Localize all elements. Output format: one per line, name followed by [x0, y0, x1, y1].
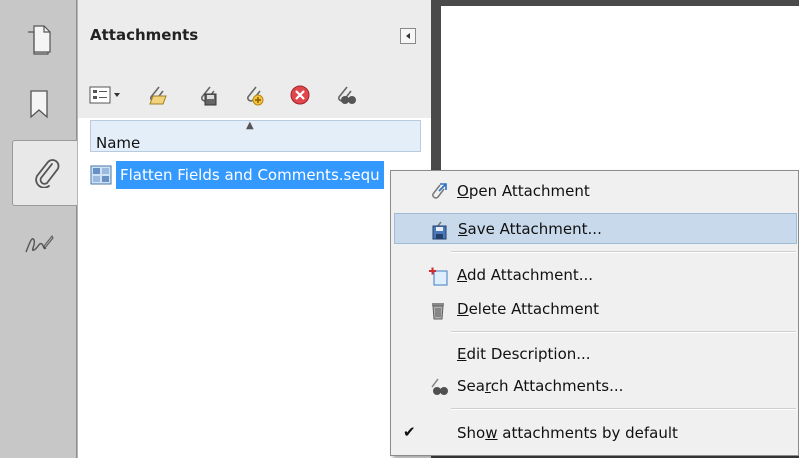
signatures-button[interactable] [0, 222, 77, 266]
open-attachment-button[interactable] [145, 84, 169, 106]
document-page [441, 6, 799, 176]
delete-attachment-icon [290, 85, 310, 105]
bookmarks-icon [29, 90, 48, 119]
bookmarks-button[interactable] [0, 82, 77, 126]
menu-item-save-attachment[interactable]: Save Attachment... [394, 213, 797, 244]
menu-separator [451, 331, 796, 333]
menu-item-label: Search Attachments... [457, 377, 624, 395]
panel-header: Attachments [78, 0, 431, 71]
save-attachment-icon [201, 86, 217, 106]
navigation-sidebar [0, 0, 78, 458]
attachments-toolbar [78, 70, 431, 118]
name-column-header[interactable]: ▲ Name [90, 120, 421, 152]
menu-item-label: Show attachments by default [457, 424, 678, 442]
pages-button[interactable] [0, 18, 77, 62]
menu-item-delete-attachment[interactable]: Delete Attachment [394, 294, 797, 325]
menu-item-label: Add Attachment... [457, 266, 594, 284]
search-attachments-button[interactable] [333, 84, 357, 106]
open-attachment-icon [149, 86, 167, 105]
add-attachment-button[interactable] [242, 84, 266, 106]
menu-separator [451, 251, 796, 253]
checkmark-icon: ✔ [403, 423, 416, 441]
add-attachment-icon [429, 267, 448, 286]
save-attachment-icon [432, 221, 447, 240]
menu-item-open-attachment[interactable]: Open Attachment [394, 176, 797, 207]
menu-item-label: Delete Attachment [457, 300, 599, 318]
options-menu-icon [89, 86, 120, 104]
options-menu-button[interactable] [88, 84, 124, 106]
attachment-context-menu: Open Attachment Save Attachment... Add A… [390, 170, 799, 456]
trash-icon [432, 303, 444, 320]
menu-item-add-attachment[interactable]: Add Attachment... [394, 260, 797, 291]
menu-item-edit-description[interactable]: Edit Description... [394, 339, 797, 370]
attachment-row[interactable]: Flatten Fields and Comments.sequ [90, 161, 410, 189]
save-attachment-button[interactable] [196, 84, 220, 106]
pages-icon [27, 25, 51, 55]
panel-title: Attachments [90, 26, 199, 44]
add-attachment-icon [247, 86, 264, 106]
delete-attachment-button[interactable] [288, 84, 312, 106]
name-column-label: Name [96, 134, 141, 152]
sequence-file-icon [90, 165, 112, 185]
menu-item-show-attachments-by-default[interactable]: ✔ Show attachments by default [394, 418, 797, 449]
signatures-icon [24, 235, 54, 253]
attachments-panel: Attachments ▲ Name Flatten Fields and Co… [77, 0, 431, 458]
menu-item-label: Save Attachment... [458, 220, 602, 238]
search-attachments-icon [431, 378, 448, 395]
attachment-file-name: Flatten Fields and Comments.sequ [116, 161, 384, 189]
triangle-left-icon [406, 33, 410, 39]
collapse-panel-button[interactable] [400, 28, 416, 44]
attachments-icon [34, 159, 59, 188]
menu-separator [451, 408, 796, 410]
sort-ascending-icon: ▲ [246, 120, 254, 131]
menu-item-label: Edit Description... [457, 345, 591, 363]
open-attachment-icon [432, 183, 447, 199]
attachments-button[interactable] [12, 140, 78, 206]
search-attachments-icon [338, 86, 356, 104]
menu-item-label: Open Attachment [457, 182, 590, 200]
menu-item-search-attachments[interactable]: Search Attachments... [394, 371, 797, 402]
